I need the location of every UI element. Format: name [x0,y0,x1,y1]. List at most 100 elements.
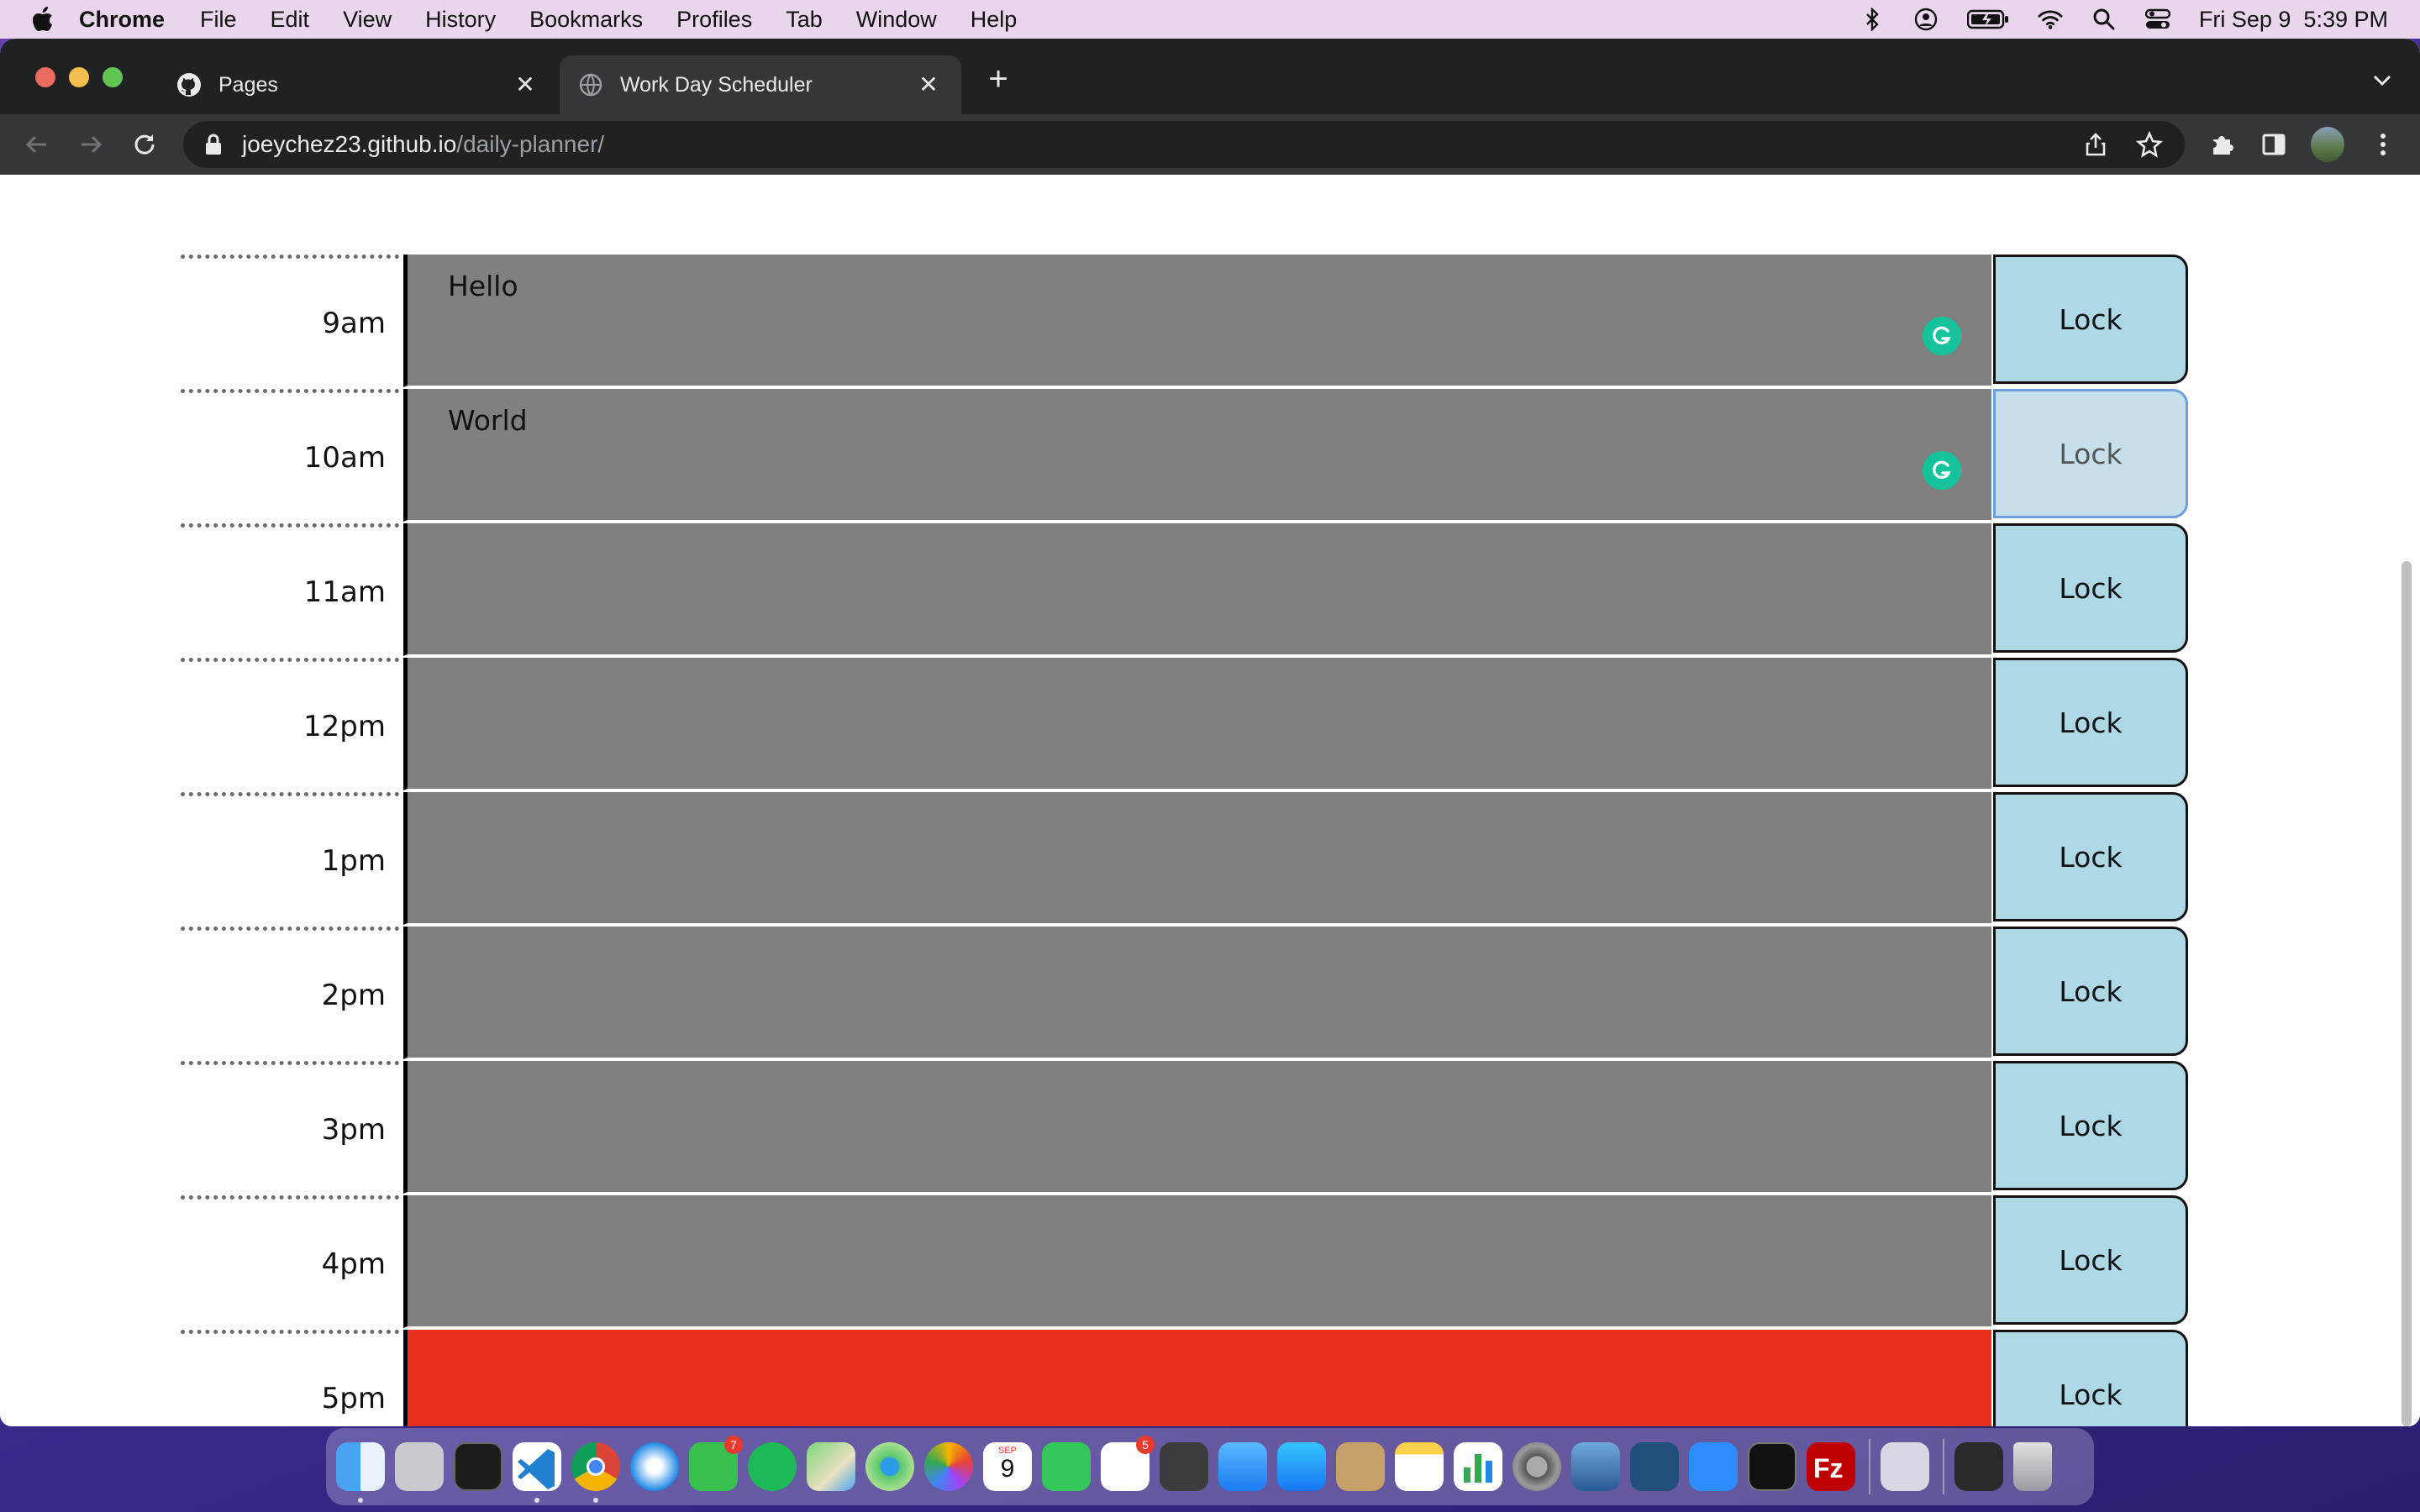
calendar-icon[interactable]: SEP 9 [983,1442,1032,1491]
puzzle-icon [2213,136,2233,155]
notes-icon[interactable] [1395,1442,1444,1491]
address-bar[interactable]: joeychez23.github.io/daily-planner/ [183,121,2185,168]
arrow-left-icon [25,135,46,154]
spotify-icon[interactable] [748,1442,797,1491]
tab-search-icon[interactable] [2370,67,2395,92]
launchpad-icon[interactable] [395,1442,444,1491]
status-area: Fri Sep 9 5:39 PM [1860,0,2420,39]
numbers-icon[interactable] [1454,1442,1502,1491]
chrome-icon[interactable] [571,1442,620,1503]
terminal-icon[interactable] [454,1442,502,1491]
event-textarea[interactable] [403,523,1991,656]
menu-view[interactable]: View [343,7,392,33]
event-textarea[interactable] [403,1330,1991,1426]
event-textarea[interactable]: World [403,389,1991,522]
recent-window-icon[interactable] [1954,1442,2003,1491]
share-icon[interactable] [2082,131,2109,158]
maps-icon[interactable] [807,1442,855,1491]
side-panel-button[interactable] [2257,128,2291,161]
back-button[interactable] [20,128,54,161]
event-textarea[interactable] [403,792,1991,925]
menu-bookmarks[interactable]: Bookmarks [529,7,643,33]
mail-icon[interactable] [1218,1442,1267,1491]
search-icon[interactable] [2091,7,2117,32]
apple-menu-icon[interactable] [32,7,54,32]
facetime-icon[interactable] [1042,1442,1091,1491]
menu-edit[interactable]: Edit [271,7,310,33]
calculator-icon[interactable] [1160,1442,1208,1491]
lock-button[interactable]: Lock [1993,1061,2188,1190]
vscode-icon[interactable] [513,1442,561,1503]
reload-button[interactable] [128,128,161,161]
close-window-button[interactable] [35,67,55,87]
trash-icon[interactable] [2013,1442,2052,1491]
downloads-stack-icon[interactable] [1881,1442,1929,1491]
lock-button[interactable]: Lock [1993,658,2188,787]
page-scrollbar[interactable] [2402,561,2412,1426]
app-store-icon[interactable] [1277,1442,1326,1491]
menubar-clock[interactable]: Fri Sep 9 5:39 PM [2199,7,2388,33]
extensions-button[interactable] [2205,128,2238,161]
reminders-icon[interactable]: 5 [1101,1436,1155,1491]
menu-window[interactable]: Window [856,7,937,33]
safari-icon[interactable] [630,1442,679,1491]
time-block-12pm: 12pm Lock [181,658,2189,792]
control-center-icon[interactable] [2144,7,2170,32]
time-block-9am: 9am Hello Lock [181,255,2189,389]
lock-button[interactable]: Lock [1993,389,2188,518]
lock-button[interactable]: Lock [1993,523,2188,653]
contacts-icon[interactable] [1336,1442,1385,1491]
remote-desktop-icon[interactable] [1571,1442,1620,1491]
zoom-icon[interactable] [1689,1442,1738,1491]
menu-help[interactable]: Help [971,7,1018,33]
profile-avatar[interactable] [2311,127,2344,162]
filezilla-icon[interactable]: Fz [1807,1442,1855,1491]
activity-monitor-icon[interactable] [1748,1442,1797,1491]
menu-file[interactable]: File [200,7,237,33]
lock-icon[interactable] [203,133,224,156]
reload-icon [134,134,155,155]
minimize-window-button[interactable] [69,67,89,87]
app-name-menu[interactable]: Chrome [79,7,165,33]
user-icon[interactable] [1913,7,1939,32]
lock-button[interactable]: Lock [1993,255,2188,384]
new-tab-button[interactable]: + [983,62,1013,96]
event-textarea[interactable] [403,1195,1991,1328]
mysql-workbench-icon[interactable] [1630,1442,1679,1491]
macos-menu-bar: Chrome File Edit View History Bookmarks … [0,0,2420,39]
battery-icon[interactable] [1966,7,2009,32]
event-textarea[interactable] [403,1061,1991,1194]
lock-button[interactable]: Lock [1993,792,2188,921]
event-textarea[interactable] [403,658,1991,790]
zoom-window-button[interactable] [103,67,123,87]
url-host: joeychez23.github.io [242,131,457,157]
close-tab-icon[interactable]: ✕ [513,72,538,97]
bookmark-star-icon[interactable] [2135,130,2164,158]
close-tab-icon[interactable]: ✕ [916,72,941,97]
menu-history[interactable]: History [425,7,496,33]
hour-label: 4pm [181,1195,399,1328]
tab-pages[interactable]: Pages ✕ [151,55,558,114]
photos-icon[interactable] [924,1442,973,1491]
grammarly-icon[interactable] [1923,317,1961,355]
bluetooth-icon[interactable] [1860,7,1885,32]
finder-icon[interactable] [336,1442,385,1503]
globe-icon [579,73,602,97]
lock-button[interactable]: Lock [1993,1330,2188,1426]
menu-profiles[interactable]: Profiles [676,7,752,33]
system-preferences-icon[interactable] [1512,1442,1561,1491]
menu-tab[interactable]: Tab [786,7,823,33]
messages-icon[interactable]: 7 [689,1436,743,1491]
tab-work-day-scheduler[interactable]: Work Day Scheduler ✕ [560,55,961,114]
grammarly-icon[interactable] [1923,451,1961,490]
wifi-icon[interactable] [2038,7,2063,32]
forward-button[interactable] [74,128,108,161]
chrome-menu-button[interactable] [2366,128,2400,161]
hour-label: 11am [181,523,399,656]
find-my-icon[interactable] [865,1442,914,1491]
lock-button[interactable]: Lock [1993,1195,2188,1325]
lock-button[interactable]: Lock [1993,927,2188,1056]
calendar-day: 9 [1000,1455,1015,1483]
event-textarea[interactable] [403,927,1991,1059]
event-textarea[interactable]: Hello [403,255,1991,387]
